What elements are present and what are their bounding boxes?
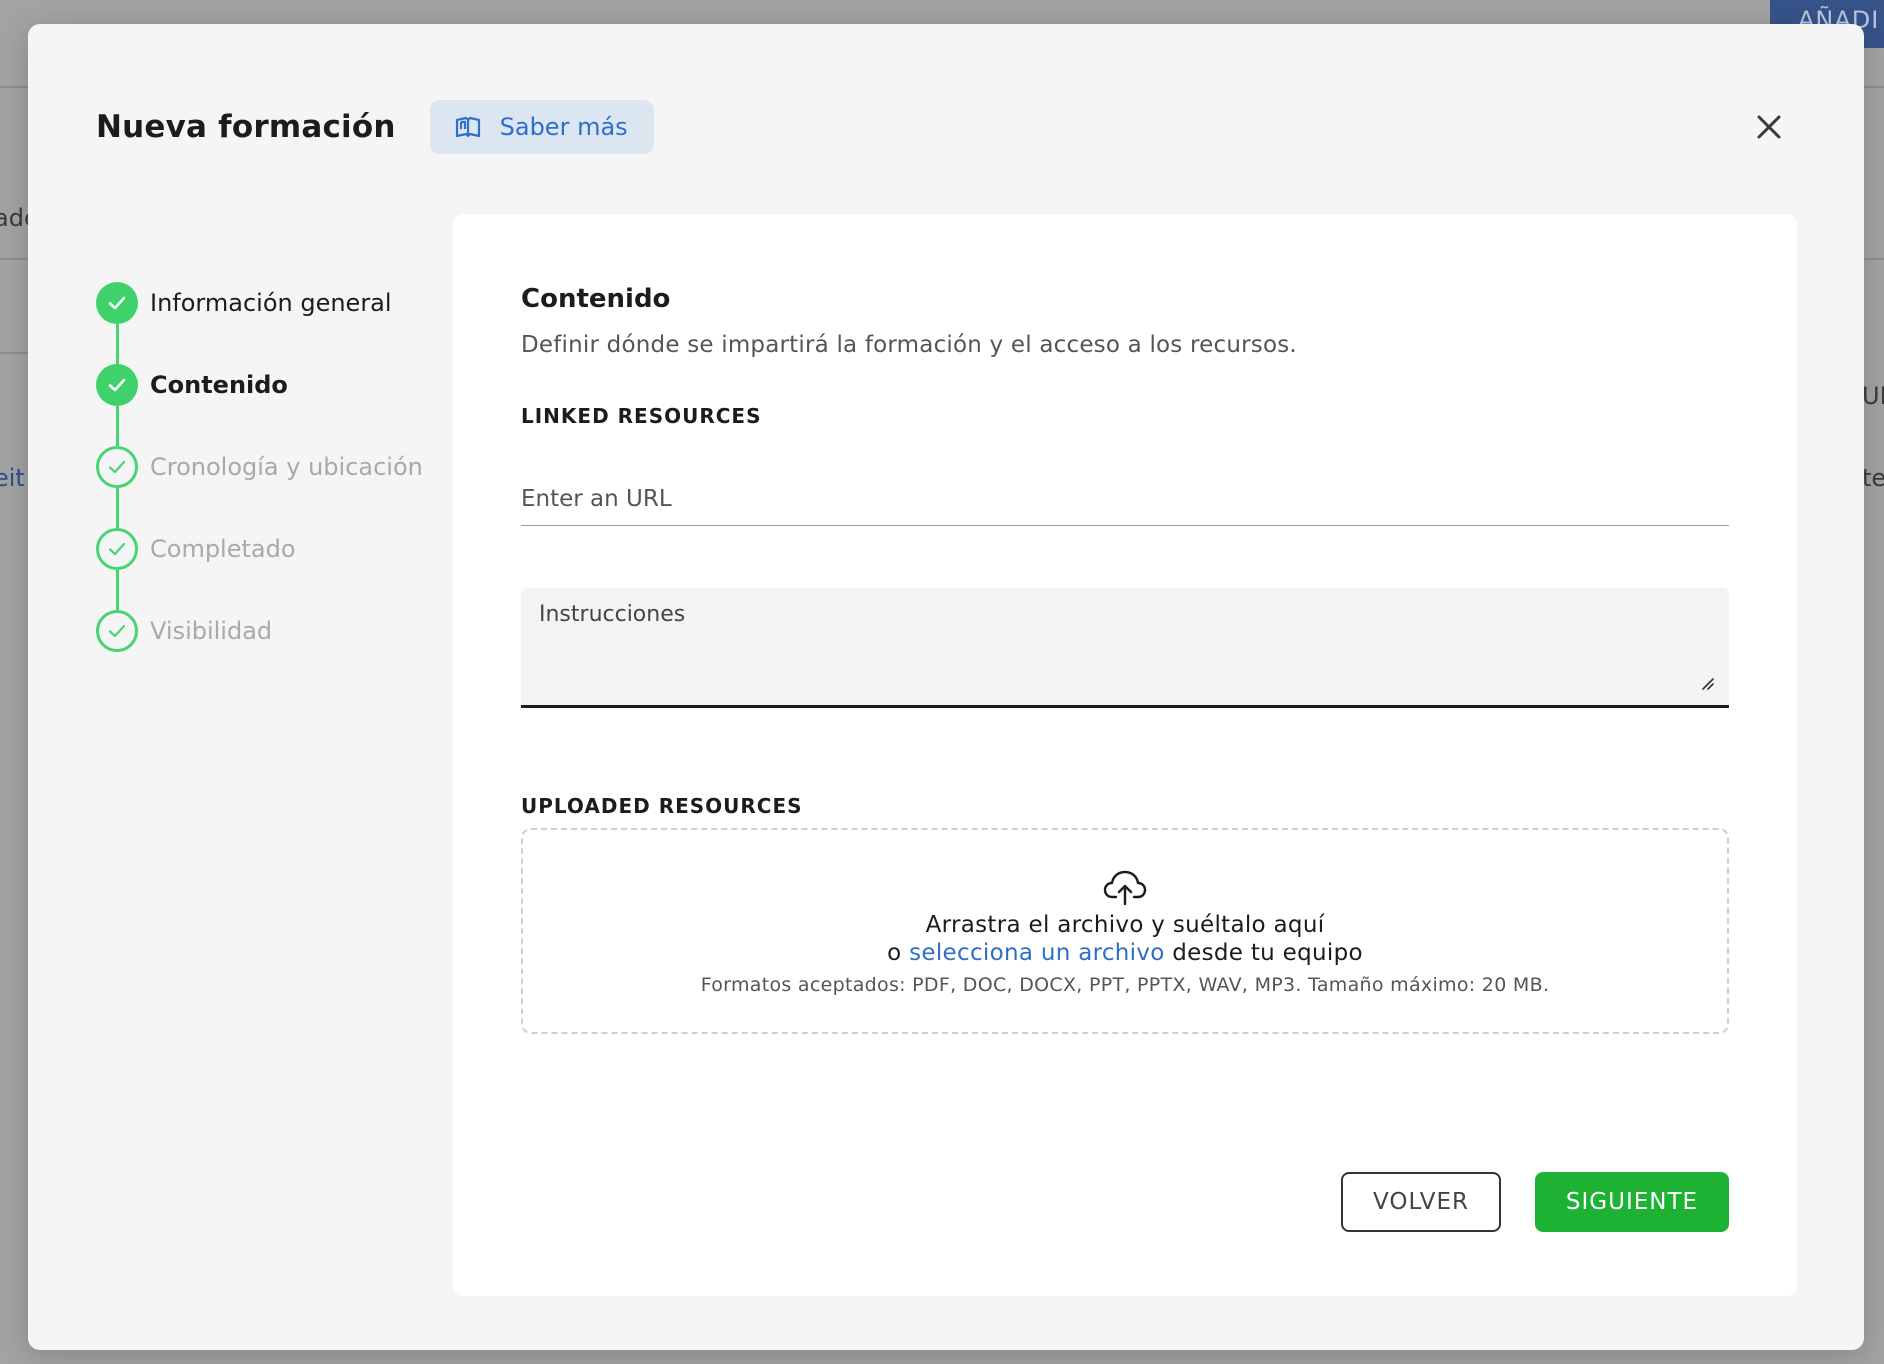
learn-more-label: Saber más — [499, 113, 628, 141]
progress-stepper: Información general Contenido Cronología… — [96, 282, 456, 692]
step-label: Información general — [150, 289, 392, 317]
step-connector — [116, 488, 119, 528]
step-label: Contenido — [150, 371, 288, 399]
dropzone-instructions: Arrastra el archivo y suéltalo aquí — [925, 912, 1325, 938]
select-file-link[interactable]: selecciona un archivo — [909, 940, 1165, 966]
step-content[interactable]: Contenido — [96, 364, 456, 446]
close-button[interactable] — [1750, 108, 1788, 146]
cloud-upload-icon — [1103, 870, 1147, 906]
file-dropzone[interactable]: Arrastra el archivo y suéltalo aquí o se… — [521, 828, 1729, 1034]
dropzone-hint: Formatos aceptados: PDF, DOC, DOCX, PPT,… — [700, 974, 1550, 996]
step-connector — [116, 570, 119, 610]
background-divider — [0, 352, 30, 354]
modal-title: Nueva formación — [96, 109, 396, 145]
background-divider — [0, 86, 30, 88]
modal-header: Nueva formación Saber más — [96, 92, 1796, 162]
instructions-label: Instrucciones — [539, 602, 686, 627]
resize-handle-icon[interactable] — [1699, 675, 1715, 691]
step-visibility[interactable]: Visibilidad — [96, 610, 456, 692]
dropzone-suffix: desde tu equipo — [1172, 940, 1363, 966]
close-icon — [1757, 115, 1781, 139]
step-check-icon — [96, 610, 138, 652]
step-label: Visibilidad — [150, 617, 273, 645]
step-label: Completado — [150, 535, 296, 563]
content-card: Contenido Definir dónde se impartirá la … — [453, 214, 1797, 1296]
background-link: eit — [0, 464, 25, 492]
back-button[interactable]: VOLVER — [1341, 1172, 1501, 1232]
background-text: te — [1862, 464, 1884, 492]
url-input[interactable] — [521, 462, 1729, 526]
dropzone-prefix: o — [887, 940, 902, 966]
section-title: Contenido — [521, 284, 671, 314]
step-general-info[interactable]: Información general — [96, 282, 456, 364]
form-actions: VOLVER SIGUIENTE — [1341, 1172, 1729, 1232]
step-connector — [116, 406, 119, 446]
new-training-modal: Nueva formación Saber más Información ge… — [28, 24, 1864, 1350]
step-check-icon — [96, 446, 138, 488]
section-description: Definir dónde se impartirá la formación … — [521, 332, 1297, 358]
uploaded-resources-label: UPLOADED RESOURCES — [521, 794, 803, 818]
step-timeline-location[interactable]: Cronología y ubicación — [96, 446, 456, 528]
step-label: Cronología y ubicación — [150, 453, 423, 481]
linked-resources-label: LINKED RESOURCES — [521, 404, 762, 428]
background-text: UI — [1862, 382, 1884, 410]
next-button[interactable]: SIGUIENTE — [1535, 1172, 1729, 1232]
learn-more-button[interactable]: Saber más — [429, 100, 654, 154]
step-check-icon — [96, 364, 138, 406]
step-check-icon — [96, 528, 138, 570]
step-connector — [116, 324, 119, 364]
book-open-icon — [455, 116, 480, 138]
dropzone-secondary: o selecciona un archivo desde tu equipo — [887, 940, 1363, 966]
step-check-icon — [96, 282, 138, 324]
background-divider — [0, 258, 30, 260]
instructions-textarea[interactable]: Instrucciones — [521, 588, 1729, 708]
step-completed[interactable]: Completado — [96, 528, 456, 610]
